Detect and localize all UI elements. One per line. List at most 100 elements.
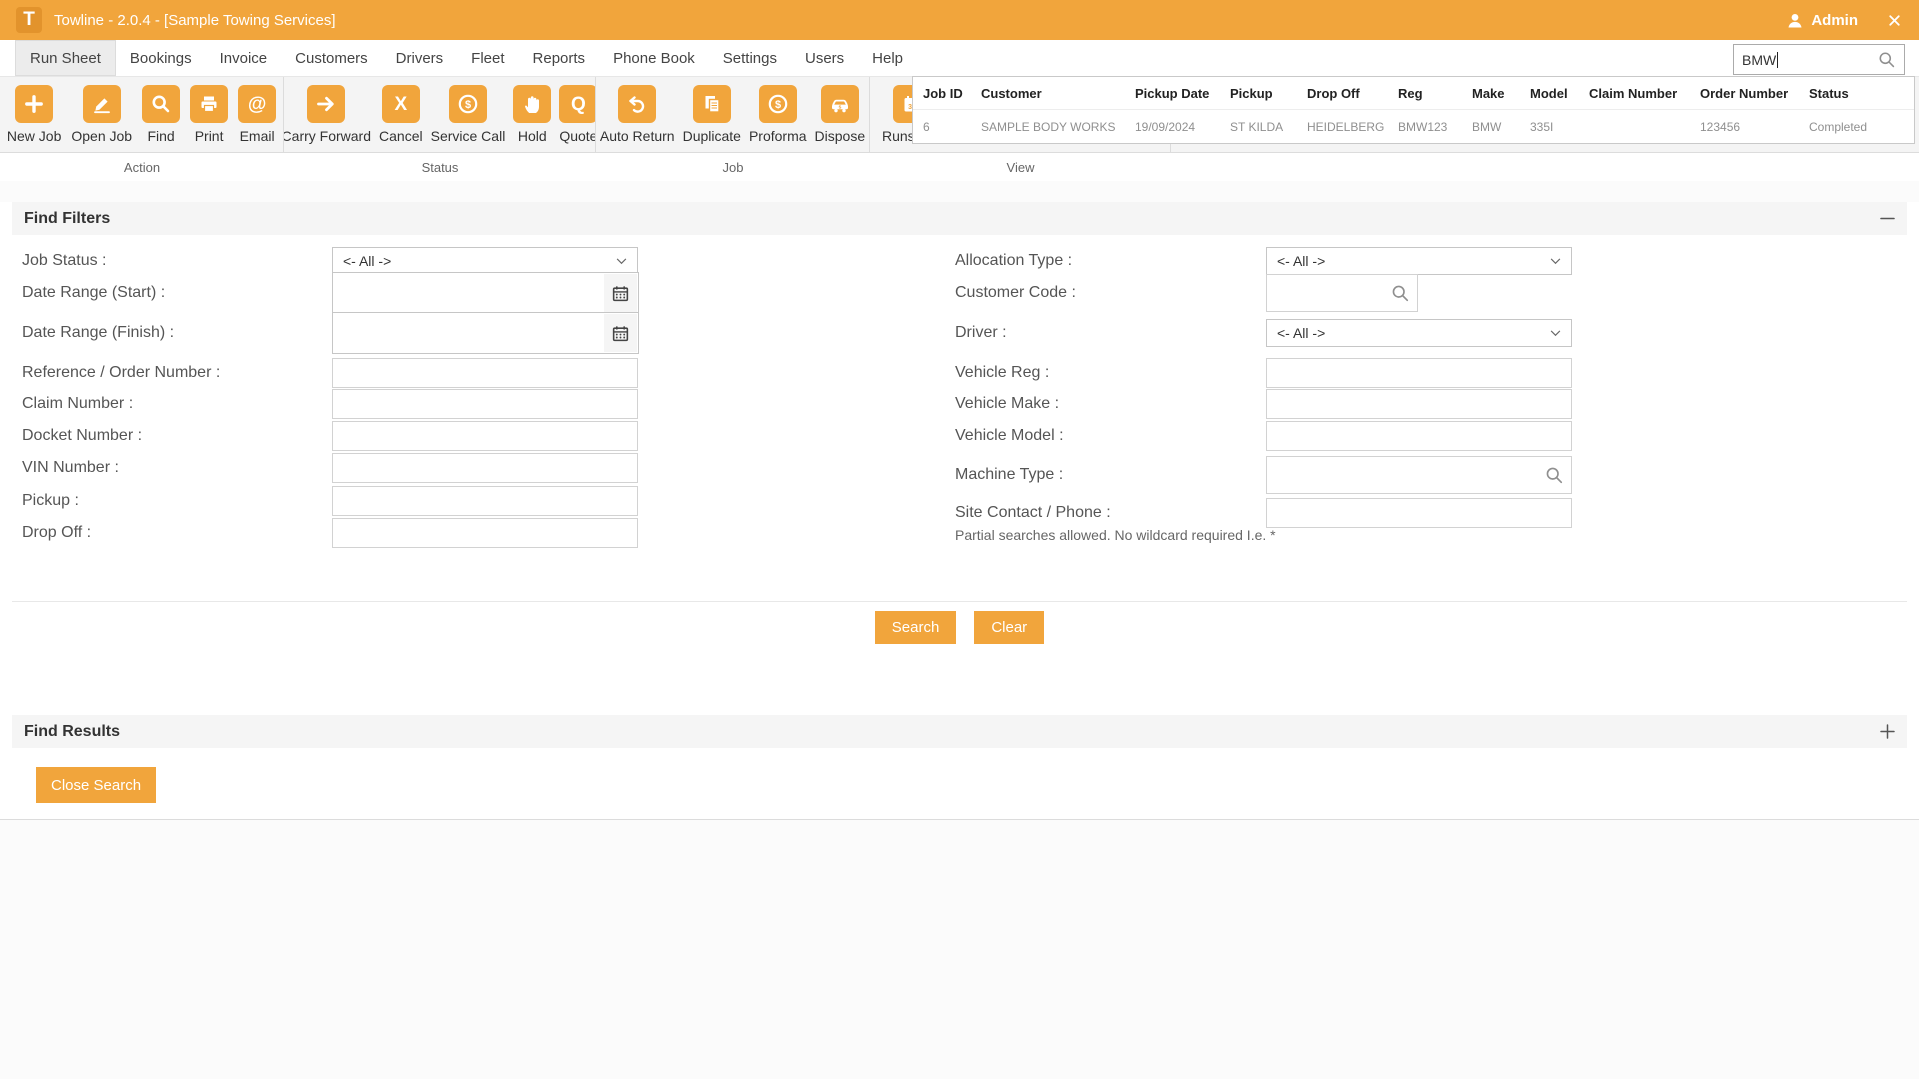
service-call-button[interactable]: $ Service Call xyxy=(431,85,506,152)
app-logo-icon: T xyxy=(16,7,42,33)
column-make: Make xyxy=(1462,86,1520,101)
proforma-button[interactable]: $ Proforma xyxy=(749,85,807,152)
titlebar-right: Admin xyxy=(1786,12,1903,29)
carry-forward-button[interactable]: Carry Forward xyxy=(284,85,371,152)
tab-fleet[interactable]: Fleet xyxy=(457,40,518,76)
tab-users[interactable]: Users xyxy=(791,40,858,76)
result-row[interactable]: 6 SAMPLE BODY WORKS 19/09/2024 ST KILDA … xyxy=(913,110,1914,143)
collapse-button[interactable] xyxy=(1880,217,1895,220)
user-menu[interactable]: Admin xyxy=(1786,12,1858,29)
docket-number-input[interactable] xyxy=(332,421,638,451)
search-icon[interactable] xyxy=(1877,50,1896,69)
drop-off-input[interactable] xyxy=(332,518,638,548)
email-button[interactable]: @ Email xyxy=(238,85,276,152)
job-status-select[interactable]: <- All -> xyxy=(332,247,638,275)
tab-settings[interactable]: Settings xyxy=(709,40,791,76)
results-header-row: Job ID Customer Pickup Date Pickup Drop … xyxy=(913,77,1914,110)
column-claim-number: Claim Number xyxy=(1579,86,1690,101)
svg-text:$: $ xyxy=(775,99,781,111)
auto-return-button[interactable]: Auto Return xyxy=(600,85,675,152)
tab-reports[interactable]: Reports xyxy=(519,40,600,76)
drop-off-label: Drop Off : xyxy=(22,524,332,542)
vehicle-make-input[interactable] xyxy=(1266,389,1572,419)
column-order-number: Order Number xyxy=(1690,86,1799,101)
global-search-input[interactable]: BMW xyxy=(1733,44,1905,75)
search-results-dropdown: Job ID Customer Pickup Date Pickup Drop … xyxy=(912,76,1915,144)
customer-code-input[interactable] xyxy=(1266,274,1418,312)
tab-invoice[interactable]: Invoice xyxy=(206,40,282,76)
site-contact-phone-input[interactable] xyxy=(1266,498,1572,528)
reference-order-number-row: Reference / Order Number : xyxy=(22,358,638,388)
machine-type-input[interactable] xyxy=(1266,456,1572,494)
pickup-row: Pickup : xyxy=(22,486,638,516)
new-job-button[interactable]: New Job xyxy=(7,85,61,152)
undo-icon xyxy=(625,92,649,116)
cell-pickup-date: 19/09/2024 xyxy=(1125,120,1220,134)
vehicle-reg-input[interactable] xyxy=(1266,358,1572,388)
cell-pickup: ST KILDA xyxy=(1220,120,1297,134)
quote-button[interactable]: Q Quote xyxy=(559,85,596,152)
job-status-row: Job Status : <- All -> xyxy=(22,247,638,275)
dispose-button[interactable]: $ Dispose xyxy=(815,85,866,152)
ribbon-group-label-view: View xyxy=(870,153,1171,181)
pickup-input[interactable] xyxy=(332,486,638,516)
claim-number-input[interactable] xyxy=(332,389,638,419)
x-icon: X xyxy=(394,95,407,114)
vehicle-reg-row: Vehicle Reg : xyxy=(955,358,1572,388)
cell-order-number: 123456 xyxy=(1690,120,1799,134)
search-icon[interactable] xyxy=(1390,283,1410,303)
date-range-start-input[interactable] xyxy=(332,272,639,314)
cell-reg: BMW123 xyxy=(1388,120,1462,134)
close-button[interactable] xyxy=(1886,12,1903,29)
hold-button[interactable]: Hold xyxy=(513,85,551,152)
main-area: Find Filters Job Status : <- All -> Date… xyxy=(0,202,1919,820)
printer-icon xyxy=(197,92,221,116)
tab-customers[interactable]: Customers xyxy=(281,40,382,76)
driver-select[interactable]: <- All -> xyxy=(1266,319,1572,347)
calendar-picker-button[interactable] xyxy=(604,274,637,312)
plus-icon xyxy=(1880,724,1895,739)
column-job-id: Job ID xyxy=(913,86,971,101)
tab-run-sheet[interactable]: Run Sheet xyxy=(15,40,116,76)
filter-actions: Search Clear xyxy=(12,601,1907,671)
find-button[interactable]: Find xyxy=(142,85,180,152)
date-range-finish-input[interactable] xyxy=(332,312,639,354)
pickup-label: Pickup : xyxy=(22,492,332,510)
reference-order-number-label: Reference / Order Number : xyxy=(22,364,332,382)
reference-order-number-input[interactable] xyxy=(332,358,638,388)
machine-type-row: Machine Type : xyxy=(955,456,1572,494)
vin-number-input[interactable] xyxy=(332,453,638,483)
tab-drivers[interactable]: Drivers xyxy=(382,40,458,76)
expand-button[interactable] xyxy=(1880,724,1895,739)
column-pickup-date: Pickup Date xyxy=(1125,86,1220,101)
duplicate-button[interactable]: Duplicate xyxy=(683,85,741,152)
date-range-start-label: Date Range (Start) : xyxy=(22,284,332,302)
cancel-button[interactable]: X Cancel xyxy=(379,85,423,152)
close-icon xyxy=(1886,12,1903,29)
vehicle-reg-label: Vehicle Reg : xyxy=(955,364,1266,382)
search-button[interactable]: Search xyxy=(875,611,957,644)
allocation-type-value: <- All -> xyxy=(1277,253,1325,269)
open-job-button[interactable]: Open Job xyxy=(71,85,132,152)
claim-number-row: Claim Number : xyxy=(22,389,638,419)
tab-phone-book[interactable]: Phone Book xyxy=(599,40,709,76)
tab-bookings[interactable]: Bookings xyxy=(116,40,206,76)
vehicle-model-input[interactable] xyxy=(1266,421,1572,451)
allocation-type-select[interactable]: <- All -> xyxy=(1266,247,1572,275)
wildcard-note: Partial searches allowed. No wildcard re… xyxy=(955,527,1276,543)
minus-icon xyxy=(1880,217,1895,220)
pen-icon xyxy=(90,92,114,116)
column-status: Status xyxy=(1799,86,1914,101)
clear-button[interactable]: Clear xyxy=(974,611,1044,644)
calendar-picker-button[interactable] xyxy=(604,314,637,352)
print-button[interactable]: Print xyxy=(190,85,228,152)
column-customer: Customer xyxy=(971,86,1125,101)
tab-help[interactable]: Help xyxy=(858,40,917,76)
cell-job-id: 6 xyxy=(913,120,971,134)
search-icon[interactable] xyxy=(1544,465,1564,485)
site-contact-phone-row: Site Contact / Phone : xyxy=(955,498,1572,528)
job-status-value: <- All -> xyxy=(343,253,391,269)
chevron-down-icon xyxy=(616,258,627,265)
text-caret xyxy=(1777,52,1778,68)
close-search-button[interactable]: Close Search xyxy=(36,767,156,803)
